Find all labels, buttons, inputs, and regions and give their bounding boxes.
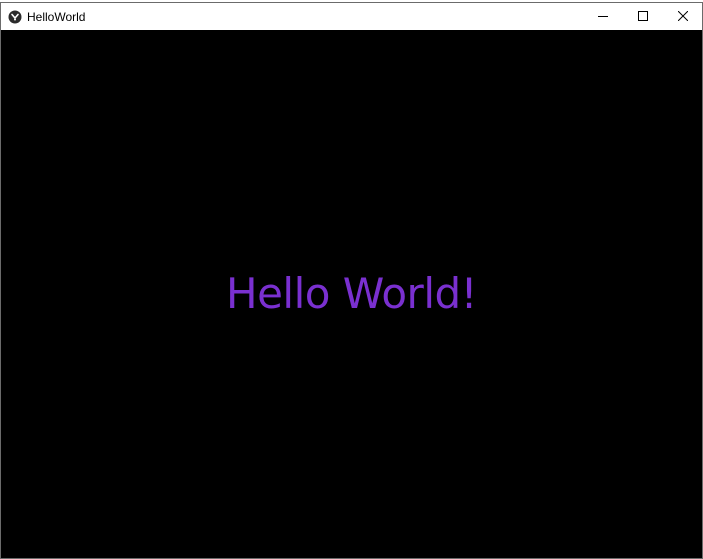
- app-window: HelloWorld Hello World!: [0, 2, 703, 559]
- maximize-button[interactable]: [623, 3, 663, 30]
- title-bar[interactable]: HelloWorld: [1, 3, 702, 30]
- close-button[interactable]: [663, 3, 703, 30]
- minimize-button[interactable]: [583, 3, 623, 30]
- kivy-logo-icon: [8, 10, 22, 24]
- maximize-icon: [638, 8, 648, 26]
- minimize-icon: [598, 8, 608, 26]
- app-canvas: Hello World!: [1, 30, 702, 558]
- window-title: HelloWorld: [27, 10, 86, 24]
- hello-label: Hello World!: [225, 269, 478, 318]
- close-icon: [677, 8, 689, 26]
